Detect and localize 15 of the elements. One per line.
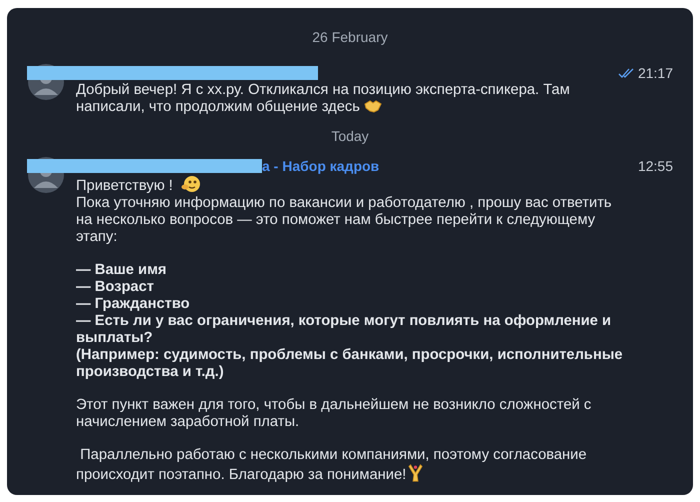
message-text: Приветствую ! <box>76 175 624 195</box>
message-text: Этот пункт важен для того, чтобы в дальнейшем не возникло сложностей с начислением заработной платы. <box>76 397 592 431</box>
sender-name[interactable]: а - Набор кадров <box>262 156 380 176</box>
message-time: 12:55 <box>638 156 673 176</box>
message-text: — Гражданство <box>76 296 191 313</box>
message-text: — Есть ли у вас ограничения, которые могут повлиять на оформление и выплаты? <box>76 313 612 347</box>
message-text: Параллельно работаю с несколькими компаниями, поэтому согласование происходит поэтапно. Благодарю за понимание! <box>76 447 588 484</box>
message-text: Пока уточняю информацию по вакансии и работодателю , прошу вас ответить на несколько вопросов — это поможет нам быстрее перейти к следующему этапу: <box>76 195 613 246</box>
message-text: (Например: судимость, проблемы с банками, просрочки, исполнительные производства и т.д.) <box>76 347 624 381</box>
date-separator: 26 February <box>312 28 388 47</box>
message-text: Добрый вечер! Я с xx.ру. Откликался на позицию эксперта-спикера. Там написали, что продолжим общение здесь <box>76 82 571 116</box>
message-text: — Ваше имя <box>76 262 168 279</box>
date-separator: Today <box>331 127 369 146</box>
message-text: — Возраст <box>76 279 155 296</box>
message-time: 21:17 <box>638 64 673 82</box>
